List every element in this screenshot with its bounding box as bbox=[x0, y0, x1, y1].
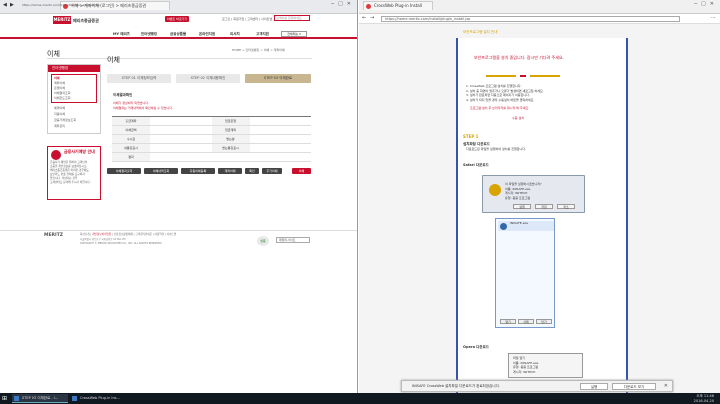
auto-transfer-button[interactable]: 자동이체등록 bbox=[181, 168, 215, 174]
section-title: 이체결과확인 bbox=[113, 93, 133, 97]
left-browser-window: 이체 > 계좌이체 (로그인) > 메리츠종금증권 ◀ ▶ ─□✕ https:… bbox=[0, 0, 358, 393]
progress-marker bbox=[520, 75, 526, 77]
system-clock[interactable]: 오후 11:46 2016-04-20 bbox=[694, 394, 714, 403]
run-button[interactable]: 실행 bbox=[580, 383, 608, 390]
manual-install-link[interactable]: 수동 설치 bbox=[512, 116, 524, 121]
windows-start-icon[interactable]: ⊞ bbox=[2, 395, 9, 402]
step-2: STEP 02 이체내용확인 bbox=[176, 74, 240, 83]
downloads-list: INISAFE.exe 열기 삭제 닫기 bbox=[495, 218, 555, 328]
alert-icon bbox=[51, 150, 61, 160]
table-row: 결과 bbox=[112, 152, 311, 162]
table-row: 수수료 받는분 bbox=[112, 134, 311, 144]
run-button[interactable]: 실행 bbox=[513, 204, 531, 209]
result-message: 이체가 정상처리 되었습니다. 이체결과는 거래내역에서 확인하실 수 있습니다… bbox=[113, 101, 173, 110]
sidebar-active-group: 이체 계좌이체 은행이체 이체결과조회 이체한도조회 bbox=[51, 74, 97, 103]
progress-bar bbox=[530, 75, 560, 77]
sidebar: 인터넷뱅킹 이체 계좌이체 은행이체 이체결과조회 이체한도조회 예약이체 자동… bbox=[47, 64, 101, 134]
certification-badge: 인증 bbox=[257, 236, 269, 246]
gnb-item[interactable]: 온라인지점 bbox=[199, 32, 215, 37]
browser-tab[interactable]: CrossWeb Plug-in Install bbox=[363, 1, 433, 10]
window-controls[interactable]: ─□✕ bbox=[331, 1, 355, 7]
event-button[interactable]: 이벤트 바로가기 bbox=[165, 16, 189, 22]
forward-icon[interactable]: → bbox=[370, 15, 374, 21]
dialog-text: 파일 열기 이름: INISAFE.exe 유형: 응용 프로그램 게시자: I… bbox=[513, 356, 539, 374]
install-info: 1. CrossWeb 프로그램 설치를 진행합니다. 2. 설치 중 화면이 … bbox=[466, 84, 544, 102]
footer-logo: MERITZ bbox=[44, 233, 64, 238]
banner-text: 금융사기 예방을 위하여 고객님의 소중한 개인정보를 보호하십시오. 메리츠종… bbox=[50, 160, 91, 184]
tab-title: CrossWeb Plug-in Install bbox=[374, 3, 422, 8]
all-menu-button[interactable]: 전체메뉴 ▾ bbox=[281, 31, 307, 37]
open-button[interactable]: 열기 bbox=[500, 319, 516, 324]
edge-icon bbox=[72, 396, 77, 401]
close-icon[interactable]: ✕ bbox=[664, 383, 668, 389]
save-button[interactable]: 저장 bbox=[535, 204, 553, 209]
favicon-icon bbox=[366, 4, 371, 9]
main-title: 이체 bbox=[107, 56, 120, 64]
gnb-item[interactable]: MY 메리츠 bbox=[113, 32, 130, 37]
cancel-button[interactable]: 취소 bbox=[557, 204, 575, 209]
more-transfer-button[interactable]: 추가이체 bbox=[262, 168, 282, 174]
footer-address: 서울특별시 영등포구 국제금융로 10 Two IFC COPYRIGHT © … bbox=[80, 238, 163, 245]
download-notification: INISAFE CrossWeb 설치파일 다운로드가 완료되었습니다. 실행 … bbox=[401, 380, 673, 392]
step-indicator: STEP 01 이체정보입력 STEP 02 이체내용확인 STEP 03 이체… bbox=[107, 74, 311, 83]
confirm-button[interactable]: 확인 bbox=[245, 168, 259, 174]
step-3: STEP 03 이체완료 bbox=[245, 74, 311, 83]
sidebar-subitem[interactable]: 이체한도조회 bbox=[54, 96, 94, 101]
step-desc: 다운로드된 파일을 실행하여 설치를 진행합니다. bbox=[466, 147, 526, 151]
install-notice-title: 보안프로그램을 설치 중입니다. 잠시만 기다려 주세요. bbox=[474, 55, 564, 60]
history-button[interactable]: 이체내역조회 bbox=[144, 168, 178, 174]
address-bar[interactable]: https://home.meritz.com/trade/transfer_a… bbox=[22, 3, 142, 9]
window-controls[interactable]: ─□✕ bbox=[694, 1, 718, 7]
taskbar-item[interactable]: STEP 03 이체완료 - I... bbox=[12, 394, 68, 403]
browser-chrome: CrossWeb Plug-in Install ─□✕ bbox=[359, 0, 720, 14]
gnb-item[interactable]: 고객지원 bbox=[256, 32, 269, 37]
install-header: 보안프로그램 설치 안내 bbox=[463, 30, 498, 34]
restart-notice: 프로그램 설치 후 브라우저를 재시작 해 주세요. bbox=[470, 106, 530, 110]
table-row: 내통장표시 받는통장표시 bbox=[112, 143, 311, 153]
search-input[interactable]: 검색어를 입력하세요 bbox=[274, 15, 310, 21]
address-bar[interactable]: https://home.meritz.com/install/plugin_i… bbox=[381, 16, 680, 22]
opera-dialog: 파일 열기 이름: INISAFE.exe 유형: 응용 프로그램 게시자: I… bbox=[508, 353, 583, 378]
footer-links: 회사소개 | 개인정보처리방침 | 신용정보활용체제 | 고객권리안내문 | 이… bbox=[80, 233, 177, 236]
page-title: 이체 bbox=[47, 50, 60, 58]
transfer-button[interactable]: 이체 bbox=[292, 168, 311, 174]
brand-logo[interactable]: MERITZ bbox=[53, 16, 71, 24]
notification-text: INISAFE CrossWeb 설치파일 다운로드가 완료되었습니다. bbox=[412, 384, 500, 388]
step-1: STEP 01 이체정보입력 bbox=[107, 74, 171, 83]
gnb-item[interactable]: 리서치 bbox=[230, 32, 240, 37]
top-links[interactable]: 로그인 | 회원가입 | 고객센터 | 사이트맵 bbox=[222, 17, 272, 21]
result-table: 출금계좌 입금은행 이체금액 입금계좌 수수료 받는분 내통장표시 받는통장표시 결과 bbox=[112, 116, 311, 162]
shield-icon bbox=[489, 184, 501, 196]
taskbar-item[interactable]: CrossWeb Plug-in Ins... bbox=[70, 394, 126, 403]
fraud-notice-banner[interactable]: 금융사기예방 안내 금융사기 예방을 위하여 고객님의 소중한 개인정보를 보호… bbox=[47, 146, 101, 200]
step-mark: STEP 1 bbox=[463, 134, 479, 139]
menu-icon[interactable]: ⋯ bbox=[711, 15, 716, 21]
gnb-item[interactable]: 금융상품몰 bbox=[170, 32, 186, 37]
close-button[interactable]: 닫기 bbox=[536, 319, 552, 324]
view-downloads-button[interactable]: 다운로드 보기 bbox=[612, 383, 656, 390]
breadcrumb: HOME > 인터넷뱅킹 > 이체 > 계좌이체 bbox=[232, 48, 285, 52]
opera-label: Opera 다운로드 bbox=[463, 345, 490, 349]
family-site-select[interactable]: 패밀리사이트 bbox=[276, 237, 310, 243]
print-result-button[interactable]: 이체결과출력 bbox=[107, 168, 141, 174]
sidebar-header: 인터넷뱅킹 bbox=[48, 65, 100, 72]
taskbar: ⊞ STEP 03 이체완료 - I... CrossWeb Plug-in I… bbox=[0, 393, 720, 404]
file-icon bbox=[500, 223, 507, 230]
brand-name: 메리츠종금증권 bbox=[73, 18, 99, 23]
back-icon[interactable]: ← bbox=[362, 15, 366, 21]
table-row: 출금계좌 입금은행 bbox=[112, 116, 311, 126]
safari-label: Safari 다운로드 bbox=[463, 163, 489, 167]
account-transfer-button[interactable]: 계좌이체 bbox=[218, 168, 242, 174]
delete-button[interactable]: 삭제 bbox=[518, 319, 534, 324]
table-row: 이체금액 입금계좌 bbox=[112, 125, 311, 135]
download-dialog: 이 파일을 실행하시겠습니까? 이름: INISAFE.exe 게시자: INI… bbox=[482, 175, 585, 213]
gnb-item[interactable]: 인터넷뱅킹 bbox=[141, 32, 157, 37]
sidebar-item[interactable]: 계좌관리 bbox=[48, 123, 100, 129]
address-row: ← → https://home.meritz.com/install/plug… bbox=[359, 14, 720, 24]
ie-icon bbox=[14, 396, 19, 401]
list-item[interactable]: INISAFE.exe bbox=[498, 221, 554, 231]
dialog-text: 이 파일을 실행하시겠습니까? 이름: INISAFE.exe 게시자: INI… bbox=[505, 182, 542, 200]
progress-bar bbox=[486, 75, 516, 77]
